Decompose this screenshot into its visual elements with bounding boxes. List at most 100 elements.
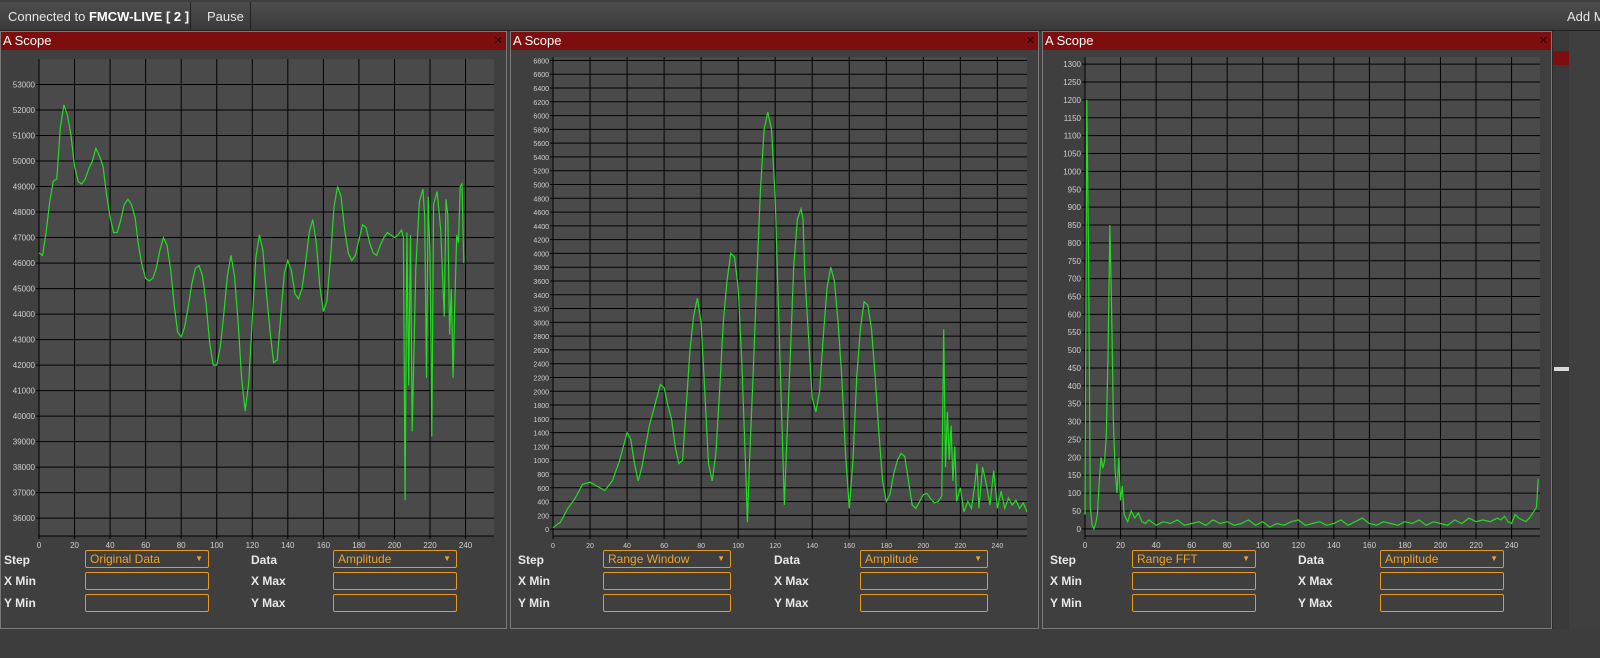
y-tick-label: 600 [537, 486, 549, 493]
data-select[interactable]: Amplitude ▼ [860, 550, 988, 568]
data-select-value: Amplitude [1385, 552, 1439, 566]
x-tick-label: 200 [388, 541, 402, 550]
y-tick-label: 2400 [533, 362, 549, 369]
xmax-label: X Max [1298, 574, 1333, 588]
x-tick-label: 180 [880, 543, 892, 550]
x-tick-label: 40 [1152, 541, 1161, 550]
step-select[interactable]: Range FFT ▼ [1132, 550, 1256, 568]
y-tick-label: 0 [545, 527, 549, 534]
step-select[interactable]: Original Data ▼ [85, 550, 209, 568]
close-icon[interactable]: ✕ [1539, 32, 1548, 50]
y-tick-label: 300 [1068, 418, 1082, 427]
y-tick-label: 3800 [533, 265, 549, 272]
x-tick-label: 80 [1223, 541, 1232, 550]
xmax-input[interactable] [333, 572, 457, 590]
ymin-label: Y Min [518, 596, 550, 610]
y-tick-label: 450 [1068, 364, 1082, 373]
ymin-input[interactable] [1132, 594, 1256, 612]
y-tick-label: 45000 [13, 285, 36, 294]
ymax-input[interactable] [1380, 594, 1504, 612]
y-tick-label: 4400 [533, 224, 549, 231]
ymin-input[interactable] [85, 594, 209, 612]
x-tick-label: 200 [917, 543, 929, 550]
y-tick-label: 6800 [533, 58, 549, 65]
panel-title-bar[interactable]: A Scope [511, 32, 1038, 50]
x-tick-label: 80 [697, 543, 705, 550]
ymax-label: Y Max [251, 596, 286, 610]
y-tick-label: 4200 [533, 238, 549, 245]
pause-button[interactable]: Pause [207, 9, 244, 24]
x-tick-label: 180 [1398, 541, 1412, 550]
y-tick-label: 4800 [533, 196, 549, 203]
xmin-input[interactable] [1132, 572, 1256, 590]
scroll-tab[interactable] [1553, 51, 1569, 65]
xmax-input[interactable] [860, 572, 988, 590]
step-select-value: Original Data [90, 552, 161, 566]
y-tick-label: 37000 [13, 489, 36, 498]
x-tick-label: 240 [1505, 541, 1519, 550]
y-tick-label: 3000 [533, 320, 549, 327]
x-tick-label: 120 [1292, 541, 1306, 550]
y-tick-label: 350 [1068, 400, 1082, 409]
y-tick-label: 6600 [533, 72, 549, 79]
x-tick-label: 60 [1187, 541, 1196, 550]
chevron-down-icon: ▼ [195, 554, 203, 563]
xmax-label: X Max [774, 574, 809, 588]
scroll-thumb[interactable] [1554, 367, 1569, 371]
vertical-scrollbar[interactable] [1552, 31, 1569, 629]
top-toolbar: Connected to FMCW-LIVE [ 2 ] Pause Add M [0, 2, 1600, 31]
ymax-input[interactable] [333, 594, 457, 612]
scope-chart: 0 20 40 60 80 100 120 140 160 180 200 220 2400200400… [533, 57, 1028, 550]
y-tick-label: 3400 [533, 293, 549, 300]
step-label: Step [518, 553, 545, 567]
y-tick-label: 1200 [1063, 96, 1081, 105]
data-select[interactable]: Amplitude ▼ [333, 550, 457, 568]
data-label: Data [251, 553, 278, 567]
x-tick-label: 140 [806, 543, 818, 550]
x-tick-label: 240 [459, 541, 473, 550]
xmax-input[interactable] [1380, 572, 1504, 590]
close-icon[interactable]: ✕ [1026, 32, 1035, 50]
y-tick-label: 46000 [13, 259, 36, 268]
panel-title: A Scope [1045, 33, 1094, 48]
x-tick-label: 220 [955, 543, 967, 550]
y-tick-label: 650 [1068, 293, 1082, 302]
panel-title-bar[interactable]: A Scope [1, 32, 506, 50]
y-tick-label: 400 [1068, 382, 1082, 391]
y-tick-label: 0 [1077, 525, 1082, 534]
scope-chart: 0 20 40 60 80 100 120 140 160 180 200 220 240 0 50 100 1… [1063, 57, 1540, 550]
step-select[interactable]: Range Window ▼ [603, 550, 731, 568]
x-tick-label: 80 [177, 541, 186, 550]
y-tick-label: 1600 [533, 417, 549, 424]
ymax-input[interactable] [860, 594, 988, 612]
data-select[interactable]: Amplitude ▼ [1380, 550, 1504, 568]
x-tick-label: 200 [1434, 541, 1448, 550]
y-tick-label: 6000 [533, 114, 549, 121]
scope-chart: 0 20 40 60 80 100 120 140 160 180 200 220 240 36000 37… [13, 59, 494, 550]
y-tick-label: 36000 [13, 514, 36, 523]
x-tick-label: 160 [1363, 541, 1377, 550]
ymin-label: Y Min [4, 596, 36, 610]
y-tick-label: 250 [1068, 435, 1082, 444]
y-tick-label: 1800 [533, 403, 549, 410]
y-tick-label: 5800 [533, 127, 549, 134]
x-tick-label: 40 [623, 543, 631, 550]
panel-title-bar[interactable]: A Scope [1043, 32, 1551, 50]
add-module-button[interactable]: Add M [1567, 9, 1600, 24]
close-icon[interactable]: ✕ [494, 32, 503, 50]
x-tick-label: 240 [992, 543, 1004, 550]
data-label: Data [774, 553, 801, 567]
step-select-value: Range FFT [1137, 552, 1198, 566]
xmin-input[interactable] [603, 572, 731, 590]
y-tick-label: 5400 [533, 155, 549, 162]
y-tick-label: 200 [1068, 453, 1082, 462]
x-tick-label: 140 [1327, 541, 1341, 550]
xmin-label: X Min [518, 574, 550, 588]
x-tick-label: 120 [246, 541, 260, 550]
data-select-value: Amplitude [338, 552, 392, 566]
ymax-label: Y Max [1298, 596, 1333, 610]
y-tick-label: 500 [1068, 346, 1082, 355]
xmin-input[interactable] [85, 572, 209, 590]
ymin-input[interactable] [603, 594, 731, 612]
toolbar-divider [190, 2, 191, 30]
